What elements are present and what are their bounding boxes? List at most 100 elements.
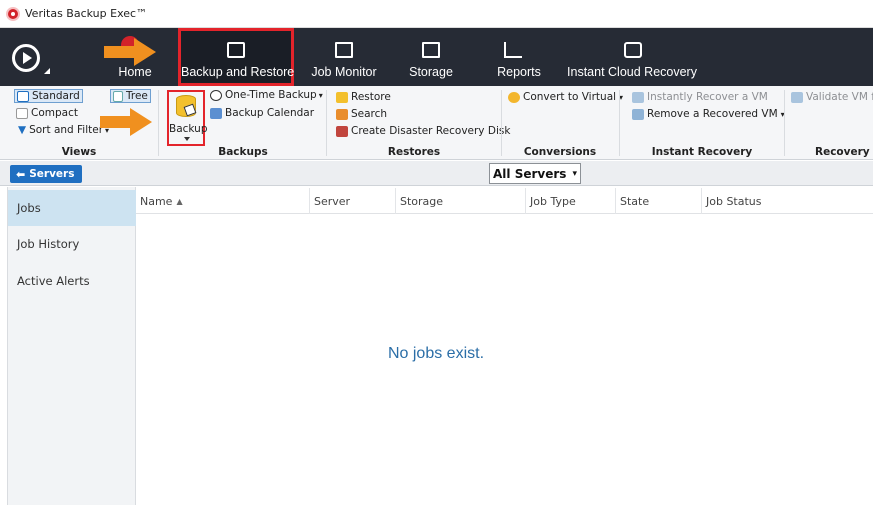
convert-icon	[508, 91, 520, 103]
tab-label: Backup and Restore	[181, 65, 295, 79]
tab-label: Instant Cloud Recovery	[567, 65, 697, 79]
column-header-job-type[interactable]: Job Type	[526, 188, 616, 214]
restore-icon	[336, 91, 348, 103]
sort-ascending-icon: ▲	[176, 196, 183, 206]
restores-group-label: Restores	[387, 146, 441, 158]
sidebar-item-active-alerts[interactable]: Active Alerts	[8, 263, 136, 299]
column-header-job-status[interactable]: Job Status	[702, 188, 873, 214]
disaster-recovery-label: Create Disaster Recovery Disk	[351, 125, 511, 137]
calendar-icon	[210, 107, 222, 119]
title-bar: Veritas Backup Exec™	[0, 0, 873, 28]
servers-back-button[interactable]: ⬅ Servers	[10, 165, 82, 183]
clock-icon	[210, 89, 222, 101]
storage-icon	[422, 42, 440, 58]
veritas-logo-icon	[6, 6, 20, 21]
compact-view-button[interactable]: Compact	[16, 107, 78, 119]
column-label: State	[620, 194, 650, 208]
sort-filter-button[interactable]: ▼ Sort and Filter ▾	[18, 124, 109, 136]
backup-restore-icon	[227, 42, 245, 58]
column-label: Job Type	[530, 194, 576, 208]
tab-reports[interactable]: Reports	[486, 28, 552, 86]
backup-button[interactable]: Backup	[167, 90, 208, 146]
tab-label: Job Monitor	[311, 65, 377, 79]
arrow-annotation-icon	[100, 108, 152, 136]
standard-view-icon	[17, 90, 29, 102]
column-label: Storage	[400, 194, 444, 208]
instantly-recover-label: Instantly Recover a VM	[647, 91, 768, 103]
tab-job-monitor[interactable]: Job Monitor	[302, 28, 386, 86]
servers-bar: ⬅ Servers All Servers ▾	[0, 161, 873, 186]
tab-home-label: Home	[118, 65, 152, 79]
validate-vm-button[interactable]: Validate VM fo	[791, 91, 873, 103]
instant-recovery-group-label: Instant Recovery	[651, 146, 753, 158]
server-filter-label: All Servers	[493, 166, 567, 181]
jobs-table-header: Name ▲ Server Storage Job Type State Job…	[136, 188, 873, 214]
sidebar: Jobs Job History Active Alerts	[8, 187, 136, 505]
vm-remove-icon	[632, 108, 644, 120]
tab-backup-and-restore[interactable]: Backup and Restore	[178, 28, 294, 86]
filter-icon: ▼	[18, 124, 27, 136]
column-label: Job Status	[706, 194, 762, 208]
app-menu-icon[interactable]	[12, 44, 40, 72]
one-time-backup-button[interactable]: One-Time Backup ▾	[210, 89, 323, 101]
create-disaster-recovery-disk-button[interactable]: Create Disaster Recovery Disk	[336, 125, 510, 137]
standard-view-label: Standard	[32, 90, 80, 102]
group-separator	[158, 90, 159, 156]
search-label: Search	[351, 108, 388, 120]
sort-filter-label: Sort and Filter	[29, 124, 104, 136]
vm-recover-icon	[632, 91, 644, 103]
backup-calendar-button[interactable]: Backup Calendar	[210, 107, 314, 119]
one-time-backup-label: One-Time Backup	[225, 89, 317, 101]
group-separator	[784, 90, 785, 156]
column-label: Name	[140, 194, 173, 208]
restore-button[interactable]: Restore	[336, 91, 391, 103]
standard-view-button[interactable]: Standard	[14, 89, 83, 103]
tab-instant-cloud-recovery[interactable]: Instant Cloud Recovery	[566, 28, 698, 86]
restore-label: Restore	[351, 91, 391, 103]
tree-view-label: Tree	[126, 90, 148, 102]
empty-jobs-message: No jobs exist.	[387, 345, 485, 362]
sidebar-item-job-history[interactable]: Job History	[8, 226, 136, 262]
server-filter-dropdown[interactable]: All Servers ▾	[489, 163, 581, 184]
column-header-state[interactable]: State	[616, 188, 702, 214]
column-header-name[interactable]: Name ▲	[136, 188, 310, 214]
column-header-storage[interactable]: Storage	[396, 188, 526, 214]
convert-to-virtual-button[interactable]: Convert to Virtual ▾	[508, 91, 623, 103]
window-title: Veritas Backup Exec™	[25, 7, 148, 20]
remove-recovered-vm-button[interactable]: Remove a Recovered VM ▾	[632, 108, 785, 120]
ribbon: Standard Tree Compact ▼ Sort and Filter …	[0, 86, 873, 160]
remove-recovered-label: Remove a Recovered VM	[647, 108, 778, 120]
job-monitor-icon	[335, 42, 353, 58]
compact-view-label: Compact	[31, 107, 78, 119]
column-header-server[interactable]: Server	[310, 188, 396, 214]
sidebar-item-label: Jobs	[17, 201, 41, 215]
left-edge	[0, 187, 8, 505]
search-button[interactable]: Search	[336, 108, 387, 120]
compact-view-icon	[16, 107, 28, 119]
tab-label: Storage	[409, 65, 453, 79]
tab-label: Reports	[497, 65, 541, 79]
instantly-recover-vm-button[interactable]: Instantly Recover a VM	[632, 91, 768, 103]
column-label: Server	[314, 194, 351, 208]
recovery-group-label: Recovery R	[815, 146, 873, 158]
app-menu-dropdown-icon	[44, 68, 50, 74]
sidebar-item-jobs[interactable]: Jobs	[8, 190, 136, 226]
chevron-down-icon: ▾	[318, 90, 323, 100]
cloud-recovery-icon	[624, 42, 642, 58]
tree-view-button[interactable]: Tree	[110, 89, 151, 103]
validate-vm-label: Validate VM fo	[806, 91, 873, 103]
chevron-down-icon: ▾	[572, 168, 577, 179]
convert-label: Convert to Virtual	[523, 91, 617, 103]
back-arrow-icon: ⬅	[16, 167, 26, 181]
conversions-group-label: Conversions	[523, 146, 597, 158]
servers-back-label: Servers	[29, 168, 75, 180]
search-icon	[336, 108, 348, 120]
disaster-recovery-icon	[336, 125, 348, 137]
arrow-annotation-icon	[104, 38, 156, 66]
backup-label: Backup	[169, 123, 208, 135]
tab-storage[interactable]: Storage	[398, 28, 464, 86]
backup-calendar-label: Backup Calendar	[225, 107, 315, 119]
validate-vm-icon	[791, 91, 803, 103]
chevron-down-icon	[184, 137, 190, 141]
reports-icon	[504, 42, 522, 58]
